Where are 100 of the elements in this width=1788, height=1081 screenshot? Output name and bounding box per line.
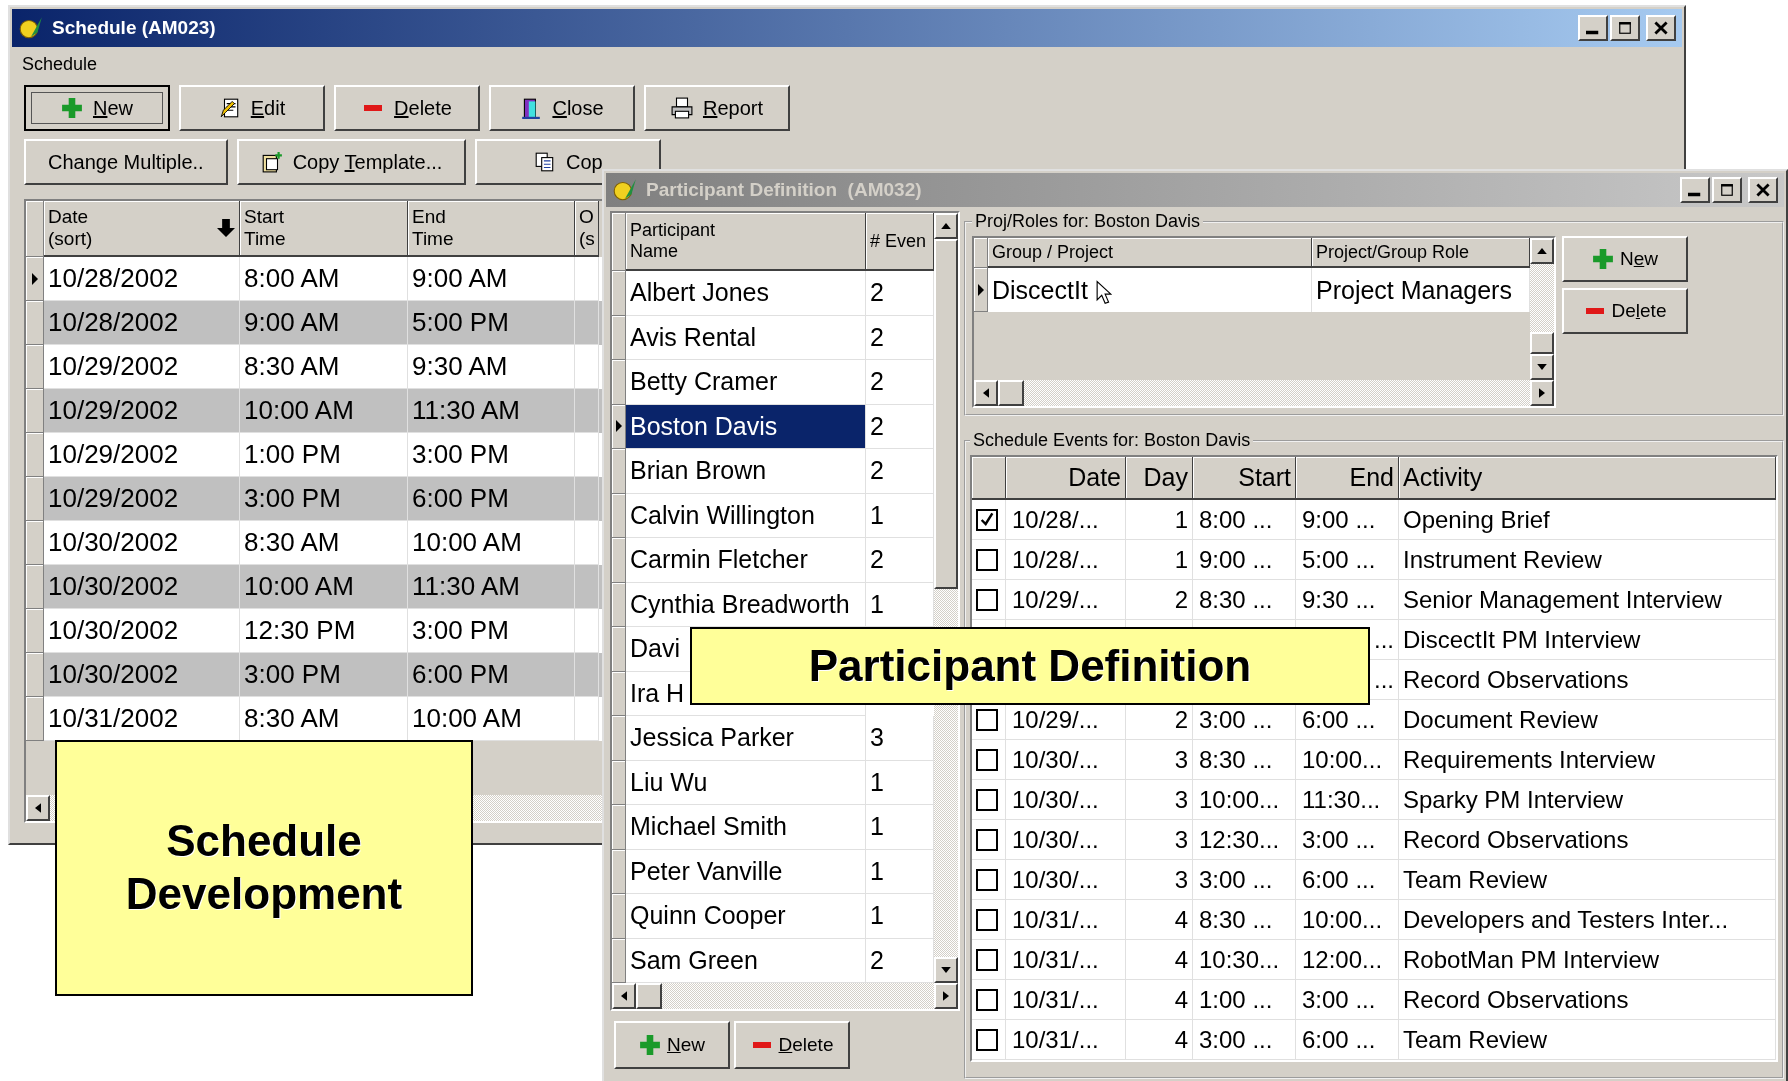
scroll-up-button[interactable]: [934, 213, 958, 239]
table-cell: 4: [1174, 1025, 1188, 1054]
checkbox[interactable]: [976, 508, 998, 531]
table-cell[interactable]: Jessica Parker: [630, 723, 794, 753]
column-header[interactable]: Date: [1006, 457, 1126, 500]
scroll-thumb[interactable]: [1530, 332, 1554, 354]
scroll-down-button[interactable]: [1530, 354, 1554, 380]
column-header[interactable]: Project/Group Role: [1312, 238, 1530, 268]
table-cell[interactable]: Ira H: [630, 678, 685, 708]
scroll-right-button[interactable]: [1530, 380, 1554, 406]
column-header[interactable]: Date (sort): [44, 201, 240, 257]
table-cell[interactable]: Cynthia Breadworth: [630, 589, 850, 619]
scroll-left-button[interactable]: [612, 983, 636, 1009]
scrollbar[interactable]: [974, 380, 1554, 406]
minimize-button[interactable]: [1680, 177, 1710, 203]
table-cell: 10/31/...: [1012, 985, 1099, 1014]
checkbox[interactable]: [976, 948, 998, 971]
scrollbar[interactable]: [1530, 238, 1554, 380]
scrollbar[interactable]: [612, 983, 958, 1009]
checkbox[interactable]: [976, 588, 998, 611]
table-cell[interactable]: Michael Smith: [630, 812, 787, 842]
toolbar-button[interactable]: Change Multiple..: [24, 139, 228, 185]
down-arrow-icon: [941, 967, 951, 973]
scroll-thumb[interactable]: [934, 239, 958, 589]
table-cell: 3:00 ...: [1199, 865, 1273, 894]
table-cell: 10/29/2002: [48, 395, 179, 426]
checkbox[interactable]: [976, 788, 998, 811]
scroll-down-button[interactable]: [934, 957, 958, 983]
column-header[interactable]: Activity: [1399, 457, 1776, 500]
checkbox[interactable]: [976, 868, 998, 891]
close-button[interactable]: [1748, 177, 1778, 203]
maximize-button[interactable]: [1610, 15, 1640, 41]
column-header[interactable]: End Time: [408, 201, 575, 257]
minimize-button[interactable]: [1578, 15, 1608, 41]
table-cell[interactable]: Carmin Fletcher: [630, 545, 808, 575]
table-cell: 10/31/2002: [48, 703, 179, 734]
toolbar-button[interactable]: New: [1562, 236, 1688, 282]
table-cell[interactable]: Liu Wu: [630, 767, 708, 797]
row-selector[interactable]: [974, 268, 988, 312]
checkbox[interactable]: [976, 708, 998, 731]
menu-item[interactable]: Schedule: [22, 53, 98, 75]
column-header[interactable]: Day: [1126, 457, 1193, 500]
maximize-button[interactable]: [1712, 177, 1742, 203]
toolbar-button[interactable]: Copy Template...: [236, 139, 467, 185]
table-cell[interactable]: Albert Jones: [630, 278, 769, 308]
table-cell[interactable]: Peter Vanville: [630, 856, 783, 886]
table-cell: 1: [870, 589, 884, 619]
minimize-icon: [1586, 29, 1600, 36]
toolbar-button[interactable]: New: [24, 85, 170, 131]
selected-row-highlight[interactable]: Boston Davis: [626, 404, 866, 449]
toolbar-button[interactable]: Report: [644, 85, 790, 131]
table-cell[interactable]: Brian Brown: [630, 456, 767, 486]
column-header[interactable]: Start: [1193, 457, 1296, 500]
table-cell: 3:00 ...: [1302, 825, 1376, 854]
row-selector[interactable]: [612, 404, 626, 449]
checkbox[interactable]: [976, 748, 998, 771]
toolbar-button[interactable]: Close: [489, 85, 635, 131]
column-header[interactable]: Start Time: [240, 201, 408, 257]
table-cell[interactable]: Betty Cramer: [630, 367, 778, 397]
checkbox[interactable]: [976, 828, 998, 851]
close-icon: [1654, 21, 1668, 35]
column-header[interactable]: # Even: [866, 213, 934, 271]
scroll-up-button[interactable]: [1530, 238, 1554, 264]
toolbar-button[interactable]: New: [614, 1021, 730, 1069]
column-header[interactable]: O (s: [575, 201, 599, 257]
table-cell[interactable]: Sam Green: [630, 945, 758, 975]
scroll-thumb[interactable]: [998, 380, 1024, 406]
table-cell: Project Managers: [1316, 275, 1512, 305]
toolbar-button[interactable]: Delete: [734, 1021, 850, 1069]
checkbox[interactable]: [976, 548, 998, 571]
scroll-right-button[interactable]: [934, 983, 958, 1009]
table-cell: 2: [1174, 705, 1188, 734]
scroll-left-button[interactable]: [974, 380, 998, 406]
close-button[interactable]: [1646, 15, 1676, 41]
table-cell[interactable]: Avis Rental: [630, 322, 756, 352]
scroll-left-button[interactable]: [26, 795, 50, 821]
column-header[interactable]: Participant Name: [626, 213, 866, 271]
column-header[interactable]: End: [1296, 457, 1399, 500]
checkbox[interactable]: [976, 908, 998, 931]
table-cell: 10/29/2002: [48, 483, 179, 514]
group-label: Schedule Events for: Boston Davis: [972, 430, 1252, 451]
table-cell: Developers and Testers Inter...: [1403, 905, 1729, 934]
table-cell: 2: [870, 278, 884, 308]
checkbox[interactable]: [976, 988, 998, 1011]
table-cell[interactable]: Quinn Cooper: [630, 901, 786, 931]
column-header[interactable]: Group / Project: [988, 238, 1312, 268]
table-cell[interactable]: Boston Davis: [630, 411, 778, 441]
toolbar-button[interactable]: Delete: [334, 85, 480, 131]
scroll-thumb[interactable]: [636, 983, 662, 1009]
table-cell[interactable]: Davi: [630, 634, 680, 664]
table-cell[interactable]: Calvin Willington: [630, 500, 815, 530]
table-cell: 1: [870, 812, 884, 842]
table-cell: DiscectIt PM Interview: [1403, 625, 1641, 654]
table-cell: 10:00 AM: [412, 703, 522, 734]
toolbar-button[interactable]: Edit: [179, 85, 325, 131]
sort-arrow-icon: [217, 219, 235, 237]
table-cell: 3:00 ...: [1302, 985, 1376, 1014]
row-selector[interactable]: [26, 257, 44, 301]
checkbox[interactable]: [976, 1028, 998, 1051]
toolbar-button[interactable]: Delete: [1562, 288, 1688, 334]
